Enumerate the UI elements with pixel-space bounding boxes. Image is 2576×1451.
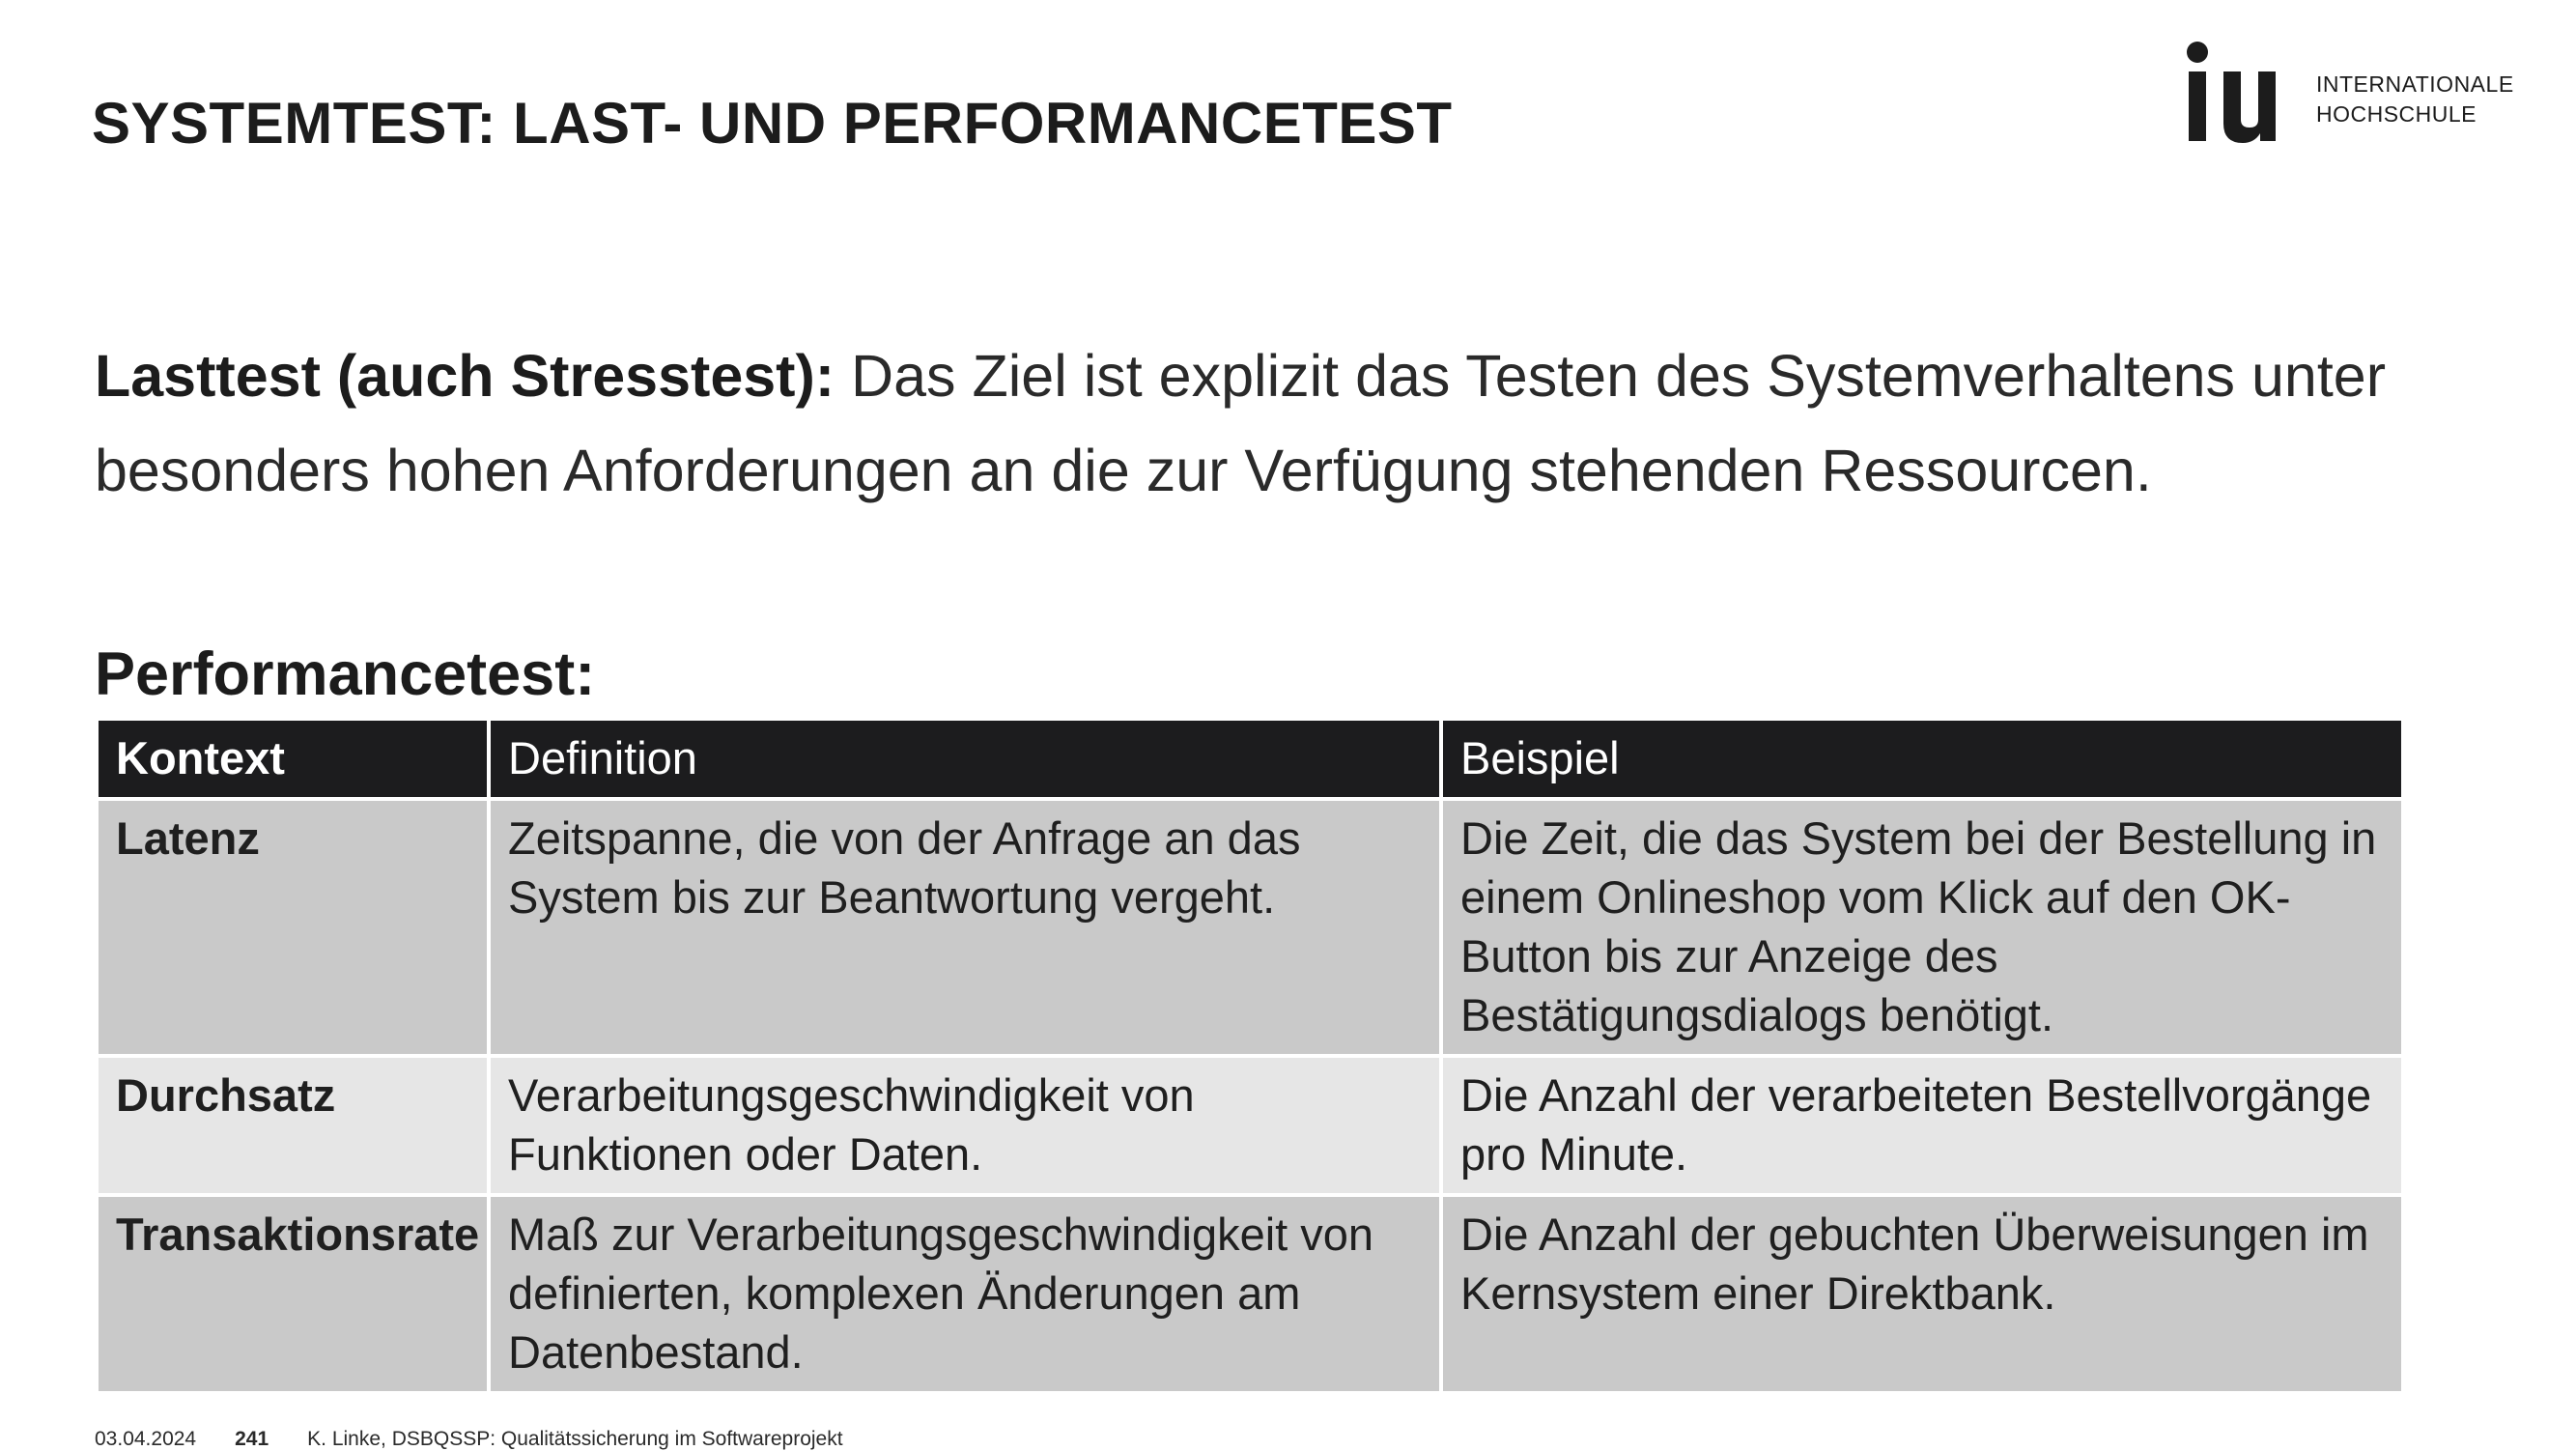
- column-header-definition: Definition: [487, 717, 1443, 801]
- column-header-beispiel: Beispiel: [1439, 717, 2405, 801]
- performance-table: Kontext Definition Beispiel Latenz Zeits…: [95, 717, 2405, 1395]
- kontext-cell: Durchsatz: [95, 1054, 491, 1197]
- logo-wordmark: INTERNATIONALE HOCHSCHULE: [2316, 70, 2514, 129]
- footer-page-number: 241: [235, 1428, 269, 1450]
- footer-author-course: K. Linke, DSBQSSP: Qualitätssicherung im…: [307, 1428, 843, 1450]
- logo-line-1: INTERNATIONALE: [2316, 71, 2514, 97]
- beispiel-cell: Die Anzahl der verarbeiteten Bestellvorg…: [1439, 1054, 2405, 1197]
- footer-date: 03.04.2024: [95, 1428, 197, 1450]
- kontext-cell: Latenz: [95, 797, 491, 1058]
- logo-line-2: HOCHSCHULE: [2316, 101, 2477, 127]
- table-row-transaktionsrate: Transaktionsrate Maß zur Verarbeitungsge…: [95, 1193, 2405, 1395]
- table-header-row: Kontext Definition Beispiel: [95, 717, 2405, 801]
- definition-cell: Zeitspanne, die von der Anfrage an das S…: [487, 797, 1443, 1058]
- beispiel-cell: Die Anzahl der gebuchten Überweisungen i…: [1439, 1193, 2405, 1395]
- column-header-kontext: Kontext: [95, 717, 491, 801]
- lasttest-definition: Lasttest (auch Stresstest): Das Ziel ist…: [95, 328, 2451, 518]
- slide-footer: 03.04.2024 241 K. Linke, DSBQSSP: Qualität…: [95, 1428, 843, 1451]
- table-row-latenz: Latenz Zeitspanne, die von der Anfrage a…: [95, 797, 2405, 1058]
- table-row-durchsatz: Durchsatz Verarbeitungsgeschwindigkeit v…: [95, 1054, 2405, 1197]
- kontext-cell: Transaktionsrate: [95, 1193, 491, 1395]
- iu-logo: INTERNATIONALE HOCHSCHULE: [2181, 39, 2513, 155]
- slide-title: SYSTEMTEST: LAST- UND PERFORMANCETEST: [92, 91, 1453, 156]
- iu-logo-mark: [2187, 42, 2276, 143]
- lasttest-term: Lasttest (auch Stresstest):: [95, 343, 835, 409]
- definition-cell: Verarbeitungsgeschwindigkeit von Funktio…: [487, 1054, 1443, 1197]
- beispiel-cell: Die Zeit, die das System bei der Bestell…: [1439, 797, 2405, 1058]
- definition-cell: Maß zur Verarbeitungsgeschwindigkeit von…: [487, 1193, 1443, 1395]
- performance-heading: Performancetest:: [95, 640, 596, 708]
